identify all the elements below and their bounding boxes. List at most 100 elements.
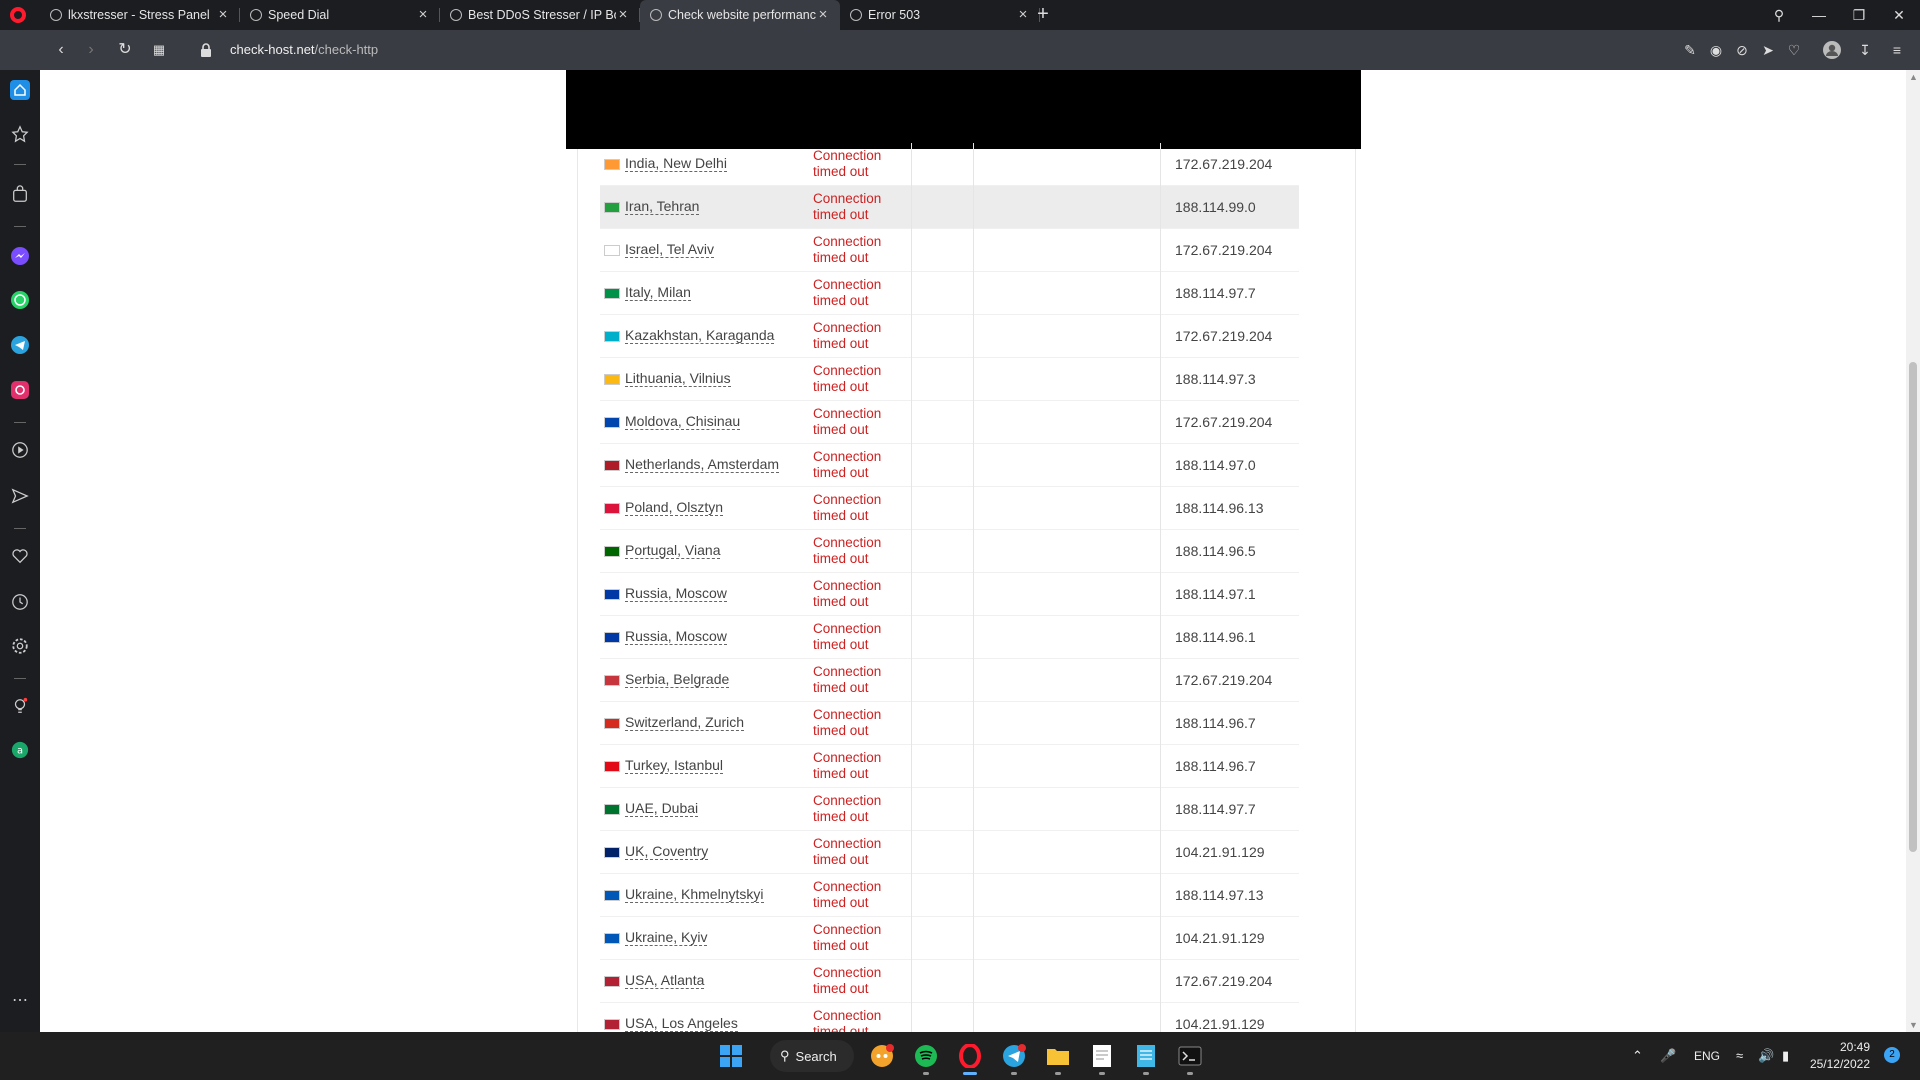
tab-favicon-icon [650, 9, 662, 21]
status-line: timed out [813, 895, 869, 910]
terminal-icon[interactable] [1174, 1040, 1206, 1075]
url-field[interactable]: check-host.net/check-http [230, 42, 378, 57]
close-tab-icon[interactable]: × [816, 7, 830, 22]
whatsapp-icon[interactable] [10, 290, 30, 310]
telegram-icon[interactable] [10, 335, 30, 355]
location-link[interactable]: Moldova, Chisinau [625, 414, 741, 430]
share-icon[interactable]: ➤ [1759, 41, 1777, 59]
instagram-icon[interactable] [10, 380, 30, 400]
tray-overflow-icon[interactable]: ⌃ [1632, 1048, 1643, 1064]
lightbulb-icon[interactable] [10, 696, 30, 716]
location-link[interactable]: UK, Coventry [625, 844, 709, 860]
bookmark-heart-icon[interactable]: ♡ [1785, 41, 1803, 59]
status-cell: Connection timed out [813, 879, 903, 911]
location-link[interactable]: Israel, Tel Aviv [625, 242, 714, 258]
tab-1[interactable]: Speed Dial × [240, 0, 440, 30]
location-link[interactable]: Iran, Tehran [625, 199, 700, 215]
bag-icon[interactable] [10, 184, 30, 204]
clock-time[interactable]: 20:49 [1826, 1040, 1870, 1054]
table-row: Kazakhstan, Karaganda Connection timed out… [600, 315, 1299, 358]
close-tab-icon[interactable]: × [216, 7, 230, 22]
aria-icon[interactable]: a [10, 740, 30, 760]
location-link[interactable]: UAE, Dubai [625, 801, 699, 817]
close-tab-icon[interactable]: × [1016, 7, 1030, 22]
more-icon[interactable]: ⋯ [10, 990, 30, 1010]
player-icon[interactable] [10, 440, 30, 460]
reload-button[interactable]: ↻ [114, 39, 136, 61]
heart-icon[interactable] [10, 546, 30, 566]
scroll-up-icon[interactable]: ▲ [1909, 72, 1918, 82]
clock-date[interactable]: 25/12/2022 [1808, 1057, 1870, 1071]
tab-2[interactable]: Best DDoS Stresser / IP Boo × [440, 0, 640, 30]
send-icon[interactable] [10, 486, 30, 506]
scroll-thumb[interactable] [1909, 362, 1917, 852]
language-indicator[interactable]: ENG [1694, 1049, 1720, 1063]
easy-menu-icon[interactable]: ≡ [1888, 41, 1906, 59]
profile-avatar-icon[interactable] [1823, 41, 1841, 59]
lock-icon[interactable] [200, 43, 212, 57]
discord-icon[interactable] [866, 1040, 898, 1072]
location-link[interactable]: USA, Los Angeles [625, 1016, 738, 1032]
page-scrollbar[interactable]: ▲ ▼ [1906, 70, 1920, 1032]
tab-search-icon[interactable]: ⚲ [1768, 4, 1790, 26]
location-link[interactable]: Italy, Milan [625, 285, 691, 301]
snapshot-icon[interactable]: ◉ [1707, 41, 1725, 59]
file-explorer-icon[interactable] [1042, 1040, 1074, 1075]
new-tab-button[interactable]: + [1032, 4, 1054, 26]
location-link[interactable]: Kazakhstan, Karaganda [625, 328, 775, 344]
location-link[interactable]: India, New Delhi [625, 156, 727, 172]
location-link[interactable]: Russia, Moscow [625, 586, 727, 602]
restore-button[interactable]: ❐ [1848, 4, 1870, 26]
location-link[interactable]: Portugal, Viana [625, 543, 721, 559]
location-link[interactable]: Netherlands, Amsterdam [625, 457, 780, 473]
status-line: timed out [813, 508, 869, 523]
telegram-taskbar-icon[interactable] [998, 1040, 1030, 1075]
table-row: UK, Coventry Connection timed out 104.21.91… [600, 831, 1299, 874]
opera-logo-icon[interactable] [10, 7, 26, 23]
tab-4[interactable]: Error 503 × [840, 0, 1040, 30]
location-link[interactable]: Serbia, Belgrade [625, 672, 730, 688]
home-icon[interactable] [10, 80, 30, 100]
tab-grid-icon[interactable]: ▦ [148, 39, 170, 61]
close-window-button[interactable]: ✕ [1888, 4, 1910, 26]
opera-taskbar-icon[interactable] [954, 1040, 986, 1075]
running-indicator [1143, 1072, 1149, 1075]
adblock-icon[interactable]: ⊘ [1733, 41, 1751, 59]
table-row: Ukraine, Kyiv Connection timed out 104.21.9… [600, 917, 1299, 960]
messenger-icon[interactable] [10, 246, 30, 266]
location-link[interactable]: Poland, Olsztyn [625, 500, 724, 516]
microphone-icon[interactable]: 🎤 [1660, 1048, 1676, 1064]
ip-cell: 172.67.219.204 [1175, 242, 1273, 258]
back-button[interactable]: ‹ [50, 39, 72, 61]
column-divider [973, 358, 974, 401]
location-link[interactable]: Ukraine, Kyiv [625, 930, 708, 946]
wifi-icon[interactable]: ≈ [1736, 1048, 1743, 1063]
settings-icon[interactable] [10, 636, 30, 656]
tab-0[interactable]: lkxstresser - Stress Panel × [40, 0, 240, 30]
location-link[interactable]: Turkey, Istanbul [625, 758, 724, 774]
notepad-icon[interactable] [1086, 1040, 1118, 1075]
history-icon[interactable] [10, 592, 30, 612]
minimize-button[interactable]: — [1808, 4, 1830, 26]
notification-badge[interactable]: 2 [1884, 1047, 1900, 1063]
easy-setup-icon[interactable]: ✎ [1681, 41, 1699, 59]
volume-icon[interactable]: 🔊 [1758, 1048, 1774, 1064]
download-icon[interactable]: ↧ [1856, 41, 1874, 59]
location-link[interactable]: Lithuania, Vilnius [625, 371, 731, 387]
location-link[interactable]: Ukraine, Khmelnytskyi [625, 887, 764, 903]
tab-3[interactable]: Check website performanc × [640, 0, 840, 30]
close-tab-icon[interactable]: × [616, 7, 630, 22]
battery-icon[interactable]: ▮ [1782, 1048, 1789, 1064]
notepad-plus-icon[interactable] [1130, 1040, 1162, 1075]
star-icon[interactable] [10, 124, 30, 144]
location-link[interactable]: USA, Atlanta [625, 973, 705, 989]
spotify-icon[interactable] [910, 1040, 942, 1075]
sidebar-separator [14, 226, 26, 227]
location-link[interactable]: Switzerland, Zurich [625, 715, 745, 731]
scroll-down-icon[interactable]: ▼ [1909, 1020, 1918, 1030]
location-link[interactable]: Russia, Moscow [625, 629, 727, 645]
windows-start-icon[interactable] [715, 1040, 747, 1072]
forward-button[interactable]: › [80, 39, 102, 61]
close-tab-icon[interactable]: × [416, 7, 430, 22]
taskbar-search[interactable]: ⚲ Search [770, 1040, 854, 1072]
